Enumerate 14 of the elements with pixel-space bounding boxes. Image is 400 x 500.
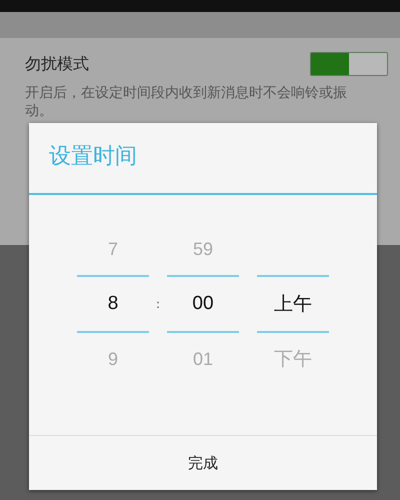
hour-value[interactable]: 7 xyxy=(108,236,118,262)
minute-value[interactable]: 00 xyxy=(192,290,214,318)
period-value[interactable]: 上午 xyxy=(274,290,312,318)
dialog-title: 设置时间 xyxy=(29,123,377,195)
minute-value[interactable]: 01 xyxy=(192,346,214,372)
setting-title: 勿扰模式 xyxy=(25,53,89,75)
hour-value[interactable]: 8 xyxy=(108,290,118,318)
setting-description: 开启后，在设定时间段内收到新消息时不会响铃或振动。 xyxy=(25,84,348,120)
toggle-switch[interactable] xyxy=(310,52,388,76)
time-separator: : xyxy=(156,296,160,313)
done-button[interactable]: 完成 xyxy=(29,435,377,490)
hour-value[interactable]: 9 xyxy=(108,346,118,372)
minute-value[interactable]: 59 xyxy=(192,236,214,262)
period-value[interactable]: 下午 xyxy=(274,344,312,374)
